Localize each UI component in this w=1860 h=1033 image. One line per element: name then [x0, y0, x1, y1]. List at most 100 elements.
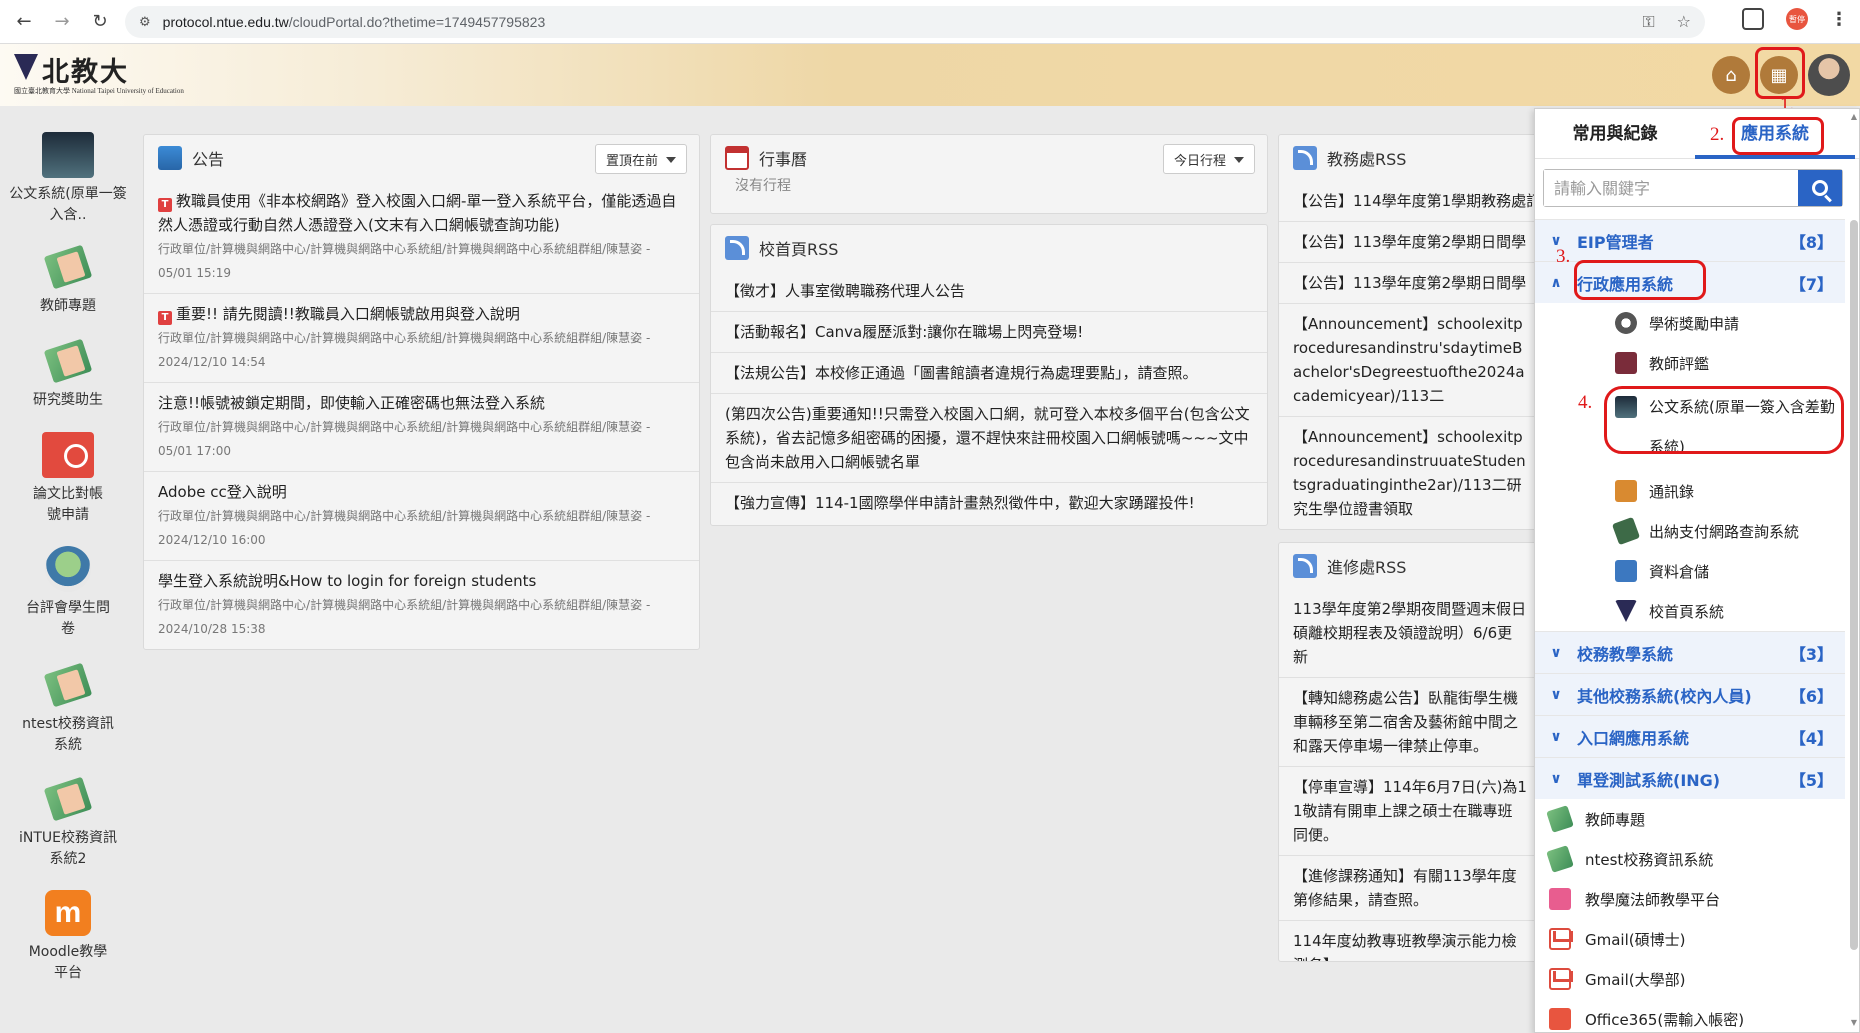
top-tag-icon: T — [158, 311, 172, 325]
browser-toolbar: ← → ↻ ⚙ protocol.ntue.edu.tw/cloudPortal… — [0, 0, 1860, 44]
rss-icon — [1293, 146, 1317, 170]
list-item[interactable]: 學生登入系統說明&How to login for foreign studen… — [144, 560, 699, 649]
book-icon — [42, 338, 94, 384]
chevron-up-icon: ∧ — [1550, 274, 1562, 291]
rss-item[interactable]: 113學年度第2學期夜間暨週末假日碩離校期程表及領證說明）6/6更新 — [1279, 589, 1541, 677]
evaluation-icon — [1615, 352, 1637, 374]
data-warehouse-icon — [1615, 560, 1637, 582]
link-item[interactable]: Gmail(大學部) — [1535, 959, 1845, 999]
rss-item[interactable]: 【強力宣傳】114-1國際學伴申請計畫熱烈徵件中，歡迎大家踴躍投件! — [711, 482, 1267, 523]
rss-list: 【公告】114學年度第1學期教務處訂 【公告】113學年度第2學期日間學 【公告… — [1279, 181, 1547, 529]
top-tag-icon: T — [158, 198, 172, 212]
app-shortcut[interactable]: 論文比對帳號申請 — [8, 432, 128, 526]
list-item[interactable]: T 教職員使用《非本校網路》登入校園入口網-單一登入系統平台，僅能透過自然人憑證或… — [144, 181, 699, 293]
sub-item-data-warehouse[interactable]: 資料倉儲 — [1535, 551, 1845, 591]
category-portal[interactable]: ∨ 入口網應用系統 【4】 — [1535, 715, 1845, 757]
home-button[interactable]: ⌂ — [1712, 56, 1750, 94]
compare-icon — [42, 432, 94, 478]
sort-select[interactable]: 置頂在前 — [594, 144, 687, 174]
announcement-icon — [158, 146, 182, 170]
rss-item[interactable]: 【轉知總務處公告】臥龍街學生機車輛移至第二宿舍及藝術館中間之和露天停車場一律禁止… — [1279, 677, 1541, 766]
calendar-panel: 行事曆 今日行程 沒有行程 — [710, 134, 1268, 214]
password-key-icon[interactable]: ⚿ — [1642, 12, 1654, 32]
user-avatar[interactable] — [1808, 54, 1850, 96]
announcement-list: T 教職員使用《非本校網路》登入校園入口網-單一登入系統平台，僅能透過自然人憑證或… — [144, 181, 699, 649]
list-item[interactable]: 注意!!帳號被鎖定期間，即使輸入正確密碼也無法登入系統 行政單位/計算機與網路中… — [144, 382, 699, 471]
app-shortcut[interactable]: 教師專題 — [8, 244, 128, 317]
app-shortcut[interactable]: ntest校務資訊系統 — [8, 662, 128, 756]
menu-dots-icon[interactable]: ⋮ — [1830, 9, 1848, 30]
search-button[interactable] — [1798, 170, 1842, 206]
sub-item-award[interactable]: 學術獎勵申請 — [1535, 303, 1845, 343]
reload-icon[interactable]: ↻ — [86, 8, 114, 36]
dropdown-scrollbar[interactable] — [1850, 220, 1858, 950]
rss-item[interactable]: 【公告】114學年度第1學期教務處訂 — [1279, 181, 1547, 221]
app-shortcut[interactable]: 研究獎助生 — [8, 338, 128, 411]
calendar-icon — [725, 146, 749, 170]
category-academic[interactable]: ∨ 校務教學系統 【3】 — [1535, 631, 1845, 673]
category-other[interactable]: ∨ 其他校務系統(校內人員) 【6】 — [1535, 673, 1845, 715]
rss-list: 【徵才】人事室徵聘職務代理人公告 【活動報名】Canva履歷派對:讓你在職場上閃… — [711, 271, 1267, 523]
book-icon — [42, 244, 94, 290]
sub-item-school-homepage[interactable]: 校首頁系統 — [1535, 591, 1845, 631]
gmail-icon — [1549, 928, 1571, 950]
list-item[interactable]: Adobe cc登入說明 行政單位/計算機與網路中心/計算機與網路中心系統組/計… — [144, 471, 699, 560]
link-item[interactable]: Office365(需輸入帳密) — [1535, 999, 1845, 1033]
link-item[interactable]: Gmail(碩博士) — [1535, 919, 1845, 959]
app-shortcut[interactable]: 台評會學生問卷 — [8, 546, 128, 640]
scroll-up-icon[interactable]: ▲ — [1851, 112, 1857, 121]
app-shortcut[interactable]: iNTUE校務資訊系統2 — [8, 776, 128, 870]
rss-item[interactable]: (第四次公告)重要通知!!只需登入校園入口網，就可登入本校多個平台(包含公文系統… — [711, 393, 1267, 482]
book-icon — [1546, 805, 1574, 833]
rss-item[interactable]: 【法規公告】本校修正通過「圖書館讀者違規行為處理要點」，請查照。 — [711, 352, 1267, 393]
rss-icon — [725, 236, 749, 260]
sub-item-evaluation[interactable]: 教師評鑑 — [1535, 343, 1845, 383]
back-icon[interactable]: ← — [10, 8, 38, 36]
category-list: ∨ EIP管理者 【8】 ∧ 行政應用系統 【7】 學術獎勵申請 教師評鑑 公文… — [1535, 219, 1845, 1033]
school-logo[interactable]: 北教大 國立臺北教育大學 National Taipei University … — [12, 50, 184, 102]
office-icon — [1549, 1008, 1571, 1030]
rss-item[interactable]: 【進修課務通知】有關113學年度第修結果，請查照。 — [1279, 855, 1541, 920]
payment-icon — [1611, 516, 1641, 546]
forward-icon[interactable]: → — [48, 8, 76, 36]
sub-item-payment[interactable]: 出納支付網路查詢系統 — [1535, 511, 1845, 551]
rss-item[interactable]: 【活動報名】Canva履歷派對:讓你在職場上閃亮登場! — [711, 311, 1267, 352]
search-input[interactable] — [1544, 170, 1798, 206]
scroll-down-icon[interactable]: ▼ — [1851, 1018, 1857, 1027]
category-eip[interactable]: ∨ EIP管理者 【8】 — [1535, 219, 1845, 261]
category-sso-test[interactable]: ∨ 單登測試系統(ING) 【5】 — [1535, 757, 1845, 799]
magic-icon — [1549, 888, 1571, 910]
book-icon — [1546, 845, 1574, 873]
highlight-frame-admin-category — [1574, 260, 1706, 300]
tab-recent[interactable]: 常用與紀錄 — [1535, 109, 1695, 158]
address-bar[interactable]: ⚙ protocol.ntue.edu.tw/cloudPortal.do?th… — [125, 6, 1705, 38]
app-shortcut[interactable]: m Moodle教學平台 — [8, 890, 128, 984]
extensions-icon[interactable] — [1742, 8, 1764, 30]
rss-item[interactable]: 【Announcement】schoolexitproceduresandins… — [1279, 416, 1541, 529]
evaluation-icon — [45, 546, 91, 592]
link-item[interactable]: 教學魔法師教學平台 — [1535, 879, 1845, 919]
app-system-dropdown: 常用與紀錄 應用系統 ∨ EIP管理者 【8】 ∧ 行政應用系統 【7】 學術獎… — [1534, 108, 1860, 1033]
link-item[interactable]: 教師專題 — [1535, 799, 1845, 839]
app-shortcut[interactable]: 公文系統(原單一簽入含.. — [8, 132, 128, 226]
active-tab-underline — [1695, 155, 1855, 159]
bookmark-star-icon[interactable]: ☆ — [1677, 12, 1691, 32]
rss-item[interactable]: 【徵才】人事室徵聘職務代理人公告 — [711, 271, 1267, 311]
list-item[interactable]: T 重要!! 請先閱讀!!教職員入口網帳號啟用與登入說明 行政單位/計算機與網路中… — [144, 293, 699, 382]
url-text: protocol.ntue.edu.tw/cloudPortal.do?thet… — [162, 14, 546, 30]
award-icon — [1615, 312, 1637, 334]
profile-avatar[interactable]: 暫停 — [1786, 8, 1808, 30]
search-box — [1543, 169, 1843, 207]
rss-item[interactable]: 【公告】113學年度第2學期日間學 — [1279, 262, 1547, 303]
site-info-icon[interactable]: ⚙ — [139, 15, 151, 30]
rss-item[interactable]: 114年度幼教專班教學演示能力檢測名】 — [1279, 920, 1541, 961]
rss-item[interactable]: 【停車宣導】114年6月7日(六)為11敬請有開車上課之碩士在職專班同便。 — [1279, 766, 1541, 855]
highlight-frame-apps-tab — [1732, 117, 1824, 155]
link-item[interactable]: ntest校務資訊系統 — [1535, 839, 1845, 879]
sub-item-contact[interactable]: 通訊錄 — [1535, 471, 1845, 511]
contact-book-icon — [1615, 480, 1637, 502]
calendar-filter-select[interactable]: 今日行程 — [1162, 144, 1255, 174]
rss-item[interactable]: 【Announcement】schoolexitproceduresandins… — [1279, 303, 1541, 416]
rss-item[interactable]: 【公告】113學年度第2學期日間學 — [1279, 221, 1547, 262]
announcement-panel: 公告 置頂在前 T 教職員使用《非本校網路》登入校園入口網-單一登入系統平台，僅能… — [143, 134, 700, 650]
